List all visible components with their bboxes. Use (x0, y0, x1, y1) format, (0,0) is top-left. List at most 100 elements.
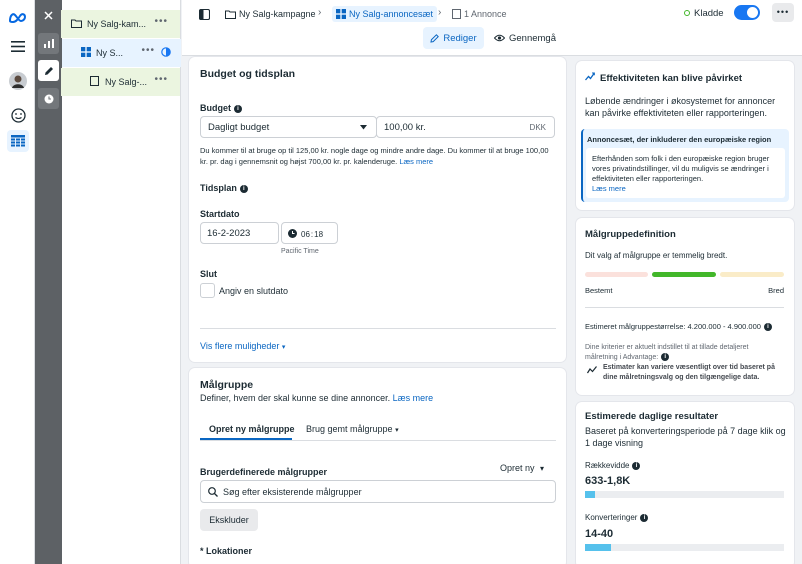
end-date-checkbox-label: Angiv en slutdato (219, 286, 289, 296)
end-label: Slut (200, 269, 217, 279)
budget-amount-value: 100,00 kr. (384, 122, 426, 133)
tree-item-ad[interactable]: Ny Salg-... ••• (61, 68, 180, 96)
search-placeholder: Søg efter eksisterende målgrupper (223, 487, 362, 497)
schedule-label: Tidsplan i (200, 183, 248, 193)
exclude-button[interactable]: Ekskluder (200, 509, 258, 531)
clock-icon (288, 229, 297, 240)
avatar[interactable] (7, 70, 29, 92)
more-options-link[interactable]: Vis flere muligheder ▾ (200, 341, 285, 351)
budget-amount-input[interactable]: 100,00 kr. DKK (376, 116, 555, 138)
breadcrumb-campaign-label: Ny Salg-kampagne (239, 9, 316, 19)
reach-label: Rækkevidde i (585, 461, 641, 470)
meta-logo-icon[interactable] (7, 7, 29, 29)
search-icon (208, 487, 218, 499)
breadcrumb-adset-label: Ny Salg-annoncesæt (349, 9, 434, 19)
budget-label: Budget i (200, 103, 242, 113)
learn-more-link[interactable]: Læs mere (393, 393, 434, 403)
tree-adset-label: Ny S... (96, 48, 124, 58)
tab-edit[interactable]: Rediger (423, 27, 484, 49)
audience-summary: Dit valg af målgruppe er temmelig bredt. (585, 251, 728, 260)
tab-create-audience[interactable]: Opret ny målgruppe (209, 424, 295, 434)
end-date-checkbox[interactable] (200, 283, 215, 298)
start-date-label: Startdato (200, 209, 240, 219)
tab-review[interactable]: Gennemgå (492, 27, 558, 49)
tree-item-adset[interactable]: Ny S... ••• (62, 39, 181, 67)
audience-size: Estimeret målgruppestørrelse: 4.200.000 … (585, 322, 772, 332)
divider (585, 307, 784, 308)
start-date-input[interactable]: 16-2-2023 (200, 222, 279, 244)
reach-bar-fill (585, 491, 595, 498)
tree-campaign-label: Ny Salg-kam... (87, 19, 147, 29)
info-icon: i (234, 104, 242, 113)
currency-label: DKK (529, 123, 546, 132)
section-title: Budget og tidsplan (200, 68, 296, 80)
meter-left-label: Bestemt (585, 286, 613, 295)
divider (200, 328, 556, 329)
feedback-smiley-icon[interactable] (7, 104, 29, 126)
more-options-icon[interactable]: ••• (141, 45, 155, 56)
estimate-note: Estimater kan variere væsentligt over ti… (603, 364, 775, 381)
criteria-note: Dine kriterier er aktuelt indstillet til… (585, 344, 749, 361)
info-icon: i (763, 323, 772, 332)
folder-icon (71, 19, 82, 30)
trend-zigzag-icon (586, 366, 597, 376)
breadcrumb-campaign[interactable]: Ny Salg-kampagne (225, 7, 316, 21)
history-clock-icon[interactable] (38, 88, 59, 109)
status-label: Kladde (694, 8, 724, 19)
audience-search-input[interactable]: Søg efter eksisterende målgrupper (200, 480, 556, 503)
daily-results-card: Estimerede daglige resultater Baseret på… (576, 402, 794, 564)
breadcrumb-adset[interactable]: Ny Salg-annoncesæt (332, 6, 438, 22)
meter-active-segment (652, 272, 716, 277)
conversions-bar (585, 544, 784, 551)
budget-type-select[interactable]: Dagligt budget (200, 116, 377, 138)
ad-page-icon (90, 76, 99, 88)
more-options-button[interactable]: ••• (772, 3, 794, 22)
menu-icon[interactable] (7, 35, 29, 57)
start-time-input[interactable]: 06:18 (281, 222, 338, 244)
daily-results-title: Estimerede daglige resultater (585, 411, 719, 422)
breadcrumb-ads[interactable]: 1 Annonce (452, 7, 507, 21)
learn-more-link[interactable]: Læs mere (399, 157, 433, 166)
chart-icon[interactable] (38, 33, 59, 54)
more-options-icon[interactable]: ••• (154, 16, 168, 27)
effectiveness-body: Løbende ændringer i økosystemet for anno… (585, 96, 776, 118)
audience-breadth-meter (585, 272, 784, 277)
edit-pencil-icon[interactable] (38, 60, 59, 81)
tab-saved-audience[interactable]: Brug gemt målgruppe ▾ (306, 424, 399, 434)
info-icon: i (640, 513, 649, 522)
audience-definition-title: Målgruppedefinition (585, 229, 676, 240)
info-icon: i (632, 461, 641, 470)
edit-pencil-icon (430, 33, 440, 43)
conversions-bar-fill (585, 544, 611, 551)
draft-status-dot-icon (684, 10, 690, 16)
status-toggle[interactable] (734, 5, 760, 20)
folder-icon (225, 10, 236, 19)
learn-more-link[interactable]: Læs mere (592, 184, 769, 194)
tree-item-campaign[interactable]: Ny Salg-kam... ••• (61, 10, 180, 38)
start-minute-value[interactable]: 18 (314, 230, 323, 239)
conversions-value: 14-40 (585, 528, 614, 540)
global-nav (0, 0, 35, 564)
chevron-right-icon: › (318, 7, 322, 18)
start-hour-value[interactable]: 06 (301, 230, 310, 239)
structure-tree: Ny Salg-kam... ••• Ny S... ••• Ny Salg-.… (61, 0, 181, 564)
adset-grid-icon (81, 47, 91, 59)
audience-card: Målgruppe Definer, hvem der skal kunne s… (189, 368, 566, 564)
chevron-right-icon: › (438, 7, 442, 18)
create-new-dropdown[interactable]: Opret ny ▾ (500, 463, 544, 473)
adset-grid-icon (336, 9, 346, 19)
ads-manager-table-icon[interactable] (7, 130, 29, 152)
reach-value: 633-1,8K (585, 475, 631, 487)
more-options-icon[interactable]: ••• (154, 74, 168, 85)
daily-results-subtitle: Baseret på konverteringsperiode på 7 dag… (585, 426, 786, 448)
caret-down-icon (360, 122, 367, 132)
budget-type-value: Dagligt budget (208, 122, 270, 133)
start-date-value: 16-2-2023 (207, 228, 251, 239)
toggle-panel-icon[interactable] (195, 5, 213, 23)
half-circle-status-icon (161, 47, 171, 59)
budget-note: Du kommer til at bruge op til 125,00 kr.… (200, 146, 549, 166)
breadcrumb-ads-label: 1 Annonce (464, 9, 507, 19)
tab-edit-label: Rediger (443, 32, 477, 44)
trend-icon (585, 72, 595, 83)
close-icon[interactable] (38, 5, 59, 26)
